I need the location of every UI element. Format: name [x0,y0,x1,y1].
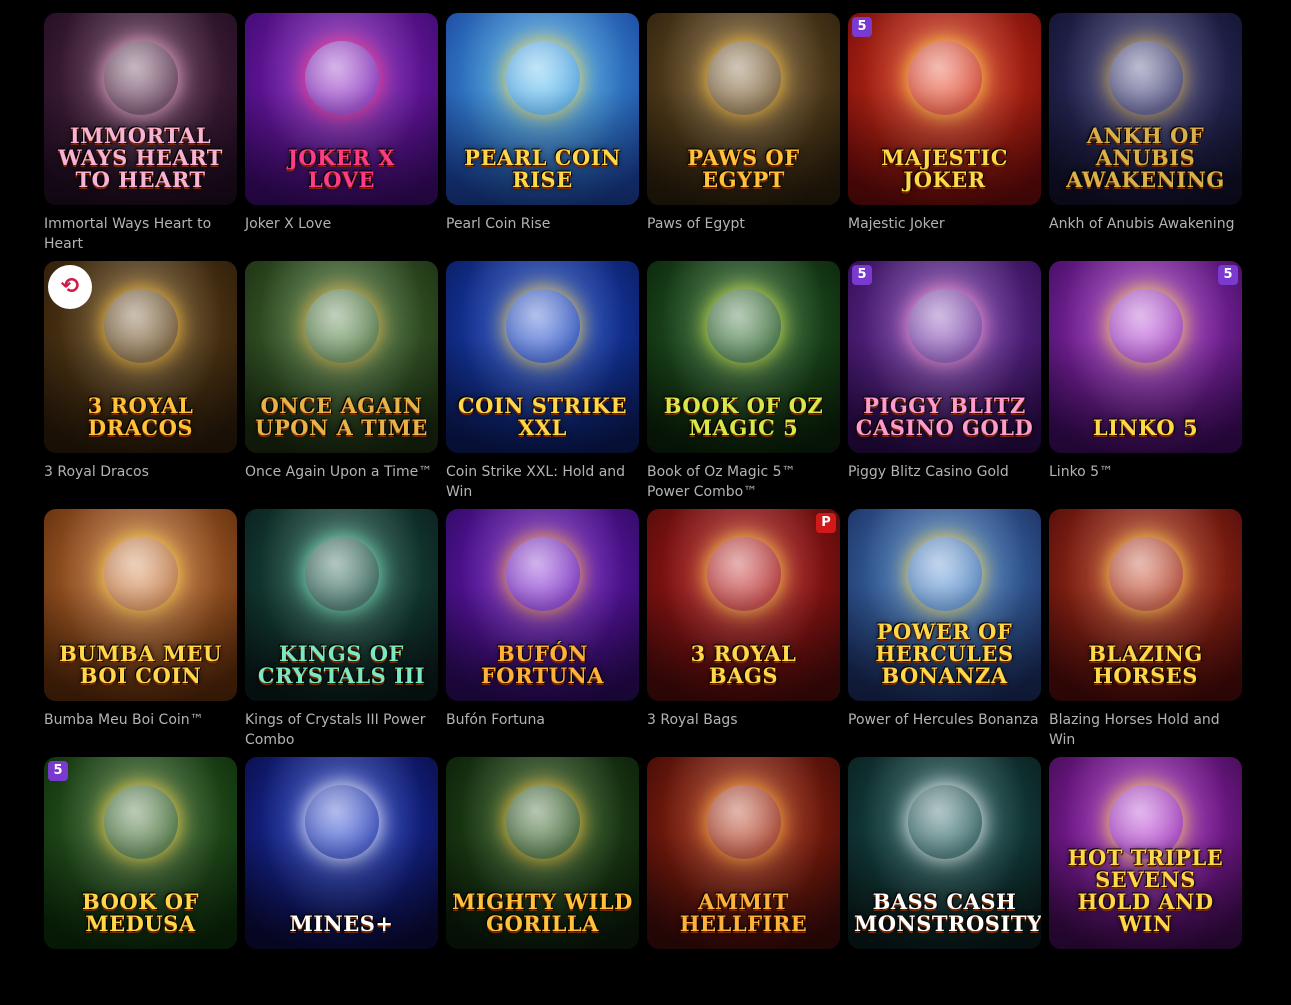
game-thumbnail[interactable]: Majestic Joker 5 [848,13,1041,205]
game-tile[interactable]: Linko 5 5 Linko 5™ [1049,261,1242,509]
game-logo: Linko 5 [1092,415,1199,440]
game-tile[interactable]: Piggy Blitz Casino Gold 5 Piggy Blitz Casi… [848,261,1041,509]
game-logo: Power of Hercules Bonanza [875,619,1014,688]
game-thumbnail[interactable]: Kings of Crystals III [245,509,438,701]
game-thumbnail[interactable]: Linko 5 5 [1049,261,1242,453]
game-thumbnail[interactable]: Joker X Love [245,13,438,205]
game-tile[interactable]: Pearl Coin Rise Pearl Coin Rise [446,13,639,261]
game-title[interactable]: 3 Royal Dracos [44,462,237,482]
game-title[interactable]: Immortal Ways Heart to Heart [44,214,237,254]
game-thumbnail[interactable]: Mines+ [245,757,438,949]
game-tile[interactable]: Joker X Love Joker X Love [245,13,438,261]
game-thumbnail[interactable]: Power of Hercules Bonanza [848,509,1041,701]
game-thumbnail[interactable]: Bufón Fortuna [446,509,639,701]
game-thumbnail[interactable]: Ankh of Anubis Awakening [1049,13,1242,205]
game-logo: Mines+ [289,911,394,936]
game-thumbnail[interactable]: Book of Oz Magic 5 [647,261,840,453]
game-logo: 3 Royal Bags [690,641,797,688]
game-tile[interactable]: Blazing Horses Blazing Horses Hold and Wi… [1049,509,1242,757]
game-thumbnail[interactable]: Once Again Upon a Time [245,261,438,453]
game-logo: 3 Royal Dracos [87,393,194,440]
game-thumbnail[interactable]: Hot Triple Sevens Hold and Win [1049,757,1242,949]
game-tile[interactable]: Coin Strike XXL Coin Strike XXL: Hold and… [446,261,639,509]
game-thumbnail[interactable]: Bumba Meu Boi Coin [44,509,237,701]
game-logo: Ammit Hellfire [679,889,808,936]
game-thumbnail[interactable]: Paws of Egypt [647,13,840,205]
game-tile[interactable]: Bass Cash Monstrosity [848,757,1041,1005]
game-thumbnail[interactable]: 3 Royal Bags P [647,509,840,701]
game-thumbnail[interactable]: Ammit Hellfire [647,757,840,949]
game-title[interactable]: Paws of Egypt [647,214,840,234]
game-title[interactable]: Blazing Horses Hold and Win [1049,710,1242,750]
game-logo: Majestic Joker [881,145,1008,192]
game-thumbnail[interactable]: Book of Medusa 5 [44,757,237,949]
game-logo: Bass Cash Monstrosity [854,889,1041,936]
game-logo: Piggy Blitz Casino Gold [855,393,1034,440]
provider-badge: 5 [1218,265,1238,285]
game-title[interactable]: Bufón Fortuna [446,710,639,730]
game-logo: Blazing Horses [1088,641,1203,688]
game-tile[interactable]: Book of Oz Magic 5 Book of Oz Magic 5™ Po… [647,261,840,509]
game-tile[interactable]: Majestic Joker 5 Majestic Joker [848,13,1041,261]
game-tile[interactable]: Hot Triple Sevens Hold and Win [1049,757,1242,1005]
game-logo: Immortal Ways Heart to Heart [58,123,223,192]
game-tile[interactable]: Mines+ [245,757,438,1005]
game-tile[interactable]: Kings of Crystals III Kings of Crystals I… [245,509,438,757]
game-tile[interactable]: Paws of Egypt Paws of Egypt [647,13,840,261]
provider-badge: 5 [48,761,68,781]
game-thumbnail[interactable]: 3 Royal Dracos ⟲ [44,261,237,453]
game-title[interactable]: Kings of Crystals III Power Combo [245,710,438,750]
game-logo: Mighty Wild Gorilla [452,889,633,936]
game-title[interactable]: Ankh of Anubis Awakening [1049,214,1242,234]
game-logo: Ankh of Anubis Awakening [1066,123,1225,192]
game-title[interactable]: Book of Oz Magic 5™ Power Combo™ [647,462,840,502]
game-thumbnail[interactable]: Coin Strike XXL [446,261,639,453]
game-tile[interactable]: Ammit Hellfire [647,757,840,1005]
provider-logo-icon: ⟲ [48,265,92,309]
game-title[interactable]: Power of Hercules Bonanza [848,710,1041,730]
game-thumbnail[interactable]: Mighty Wild Gorilla [446,757,639,949]
game-thumbnail[interactable]: Pearl Coin Rise [446,13,639,205]
game-tile[interactable]: 3 Royal Bags P 3 Royal Bags [647,509,840,757]
provider-badge: 5 [852,17,872,37]
game-thumbnail[interactable]: Immortal Ways Heart to Heart [44,13,237,205]
game-tile[interactable]: Bufón Fortuna Bufón Fortuna [446,509,639,757]
game-tile[interactable]: 3 Royal Dracos ⟲ 3 Royal Dracos [44,261,237,509]
game-logo: Book of Oz Magic 5 [663,393,824,440]
game-thumbnail[interactable]: Blazing Horses [1049,509,1242,701]
game-title[interactable]: 3 Royal Bags [647,710,840,730]
game-logo: Pearl Coin Rise [464,145,621,192]
game-logo: Book of Medusa [82,889,199,936]
game-logo: Once Again Upon a Time [255,393,428,440]
game-title[interactable]: Joker X Love [245,214,438,234]
game-tile[interactable]: Once Again Upon a Time Once Again Upon a … [245,261,438,509]
game-logo: Kings of Crystals III [257,641,426,688]
game-title[interactable]: Piggy Blitz Casino Gold [848,462,1041,482]
game-tile[interactable]: Book of Medusa 5 [44,757,237,1005]
game-tile[interactable]: Power of Hercules Bonanza Power of Hercul… [848,509,1041,757]
game-title[interactable]: Majestic Joker [848,214,1041,234]
game-thumbnail[interactable]: Bass Cash Monstrosity [848,757,1041,949]
provider-badge: P [816,513,836,533]
provider-badge: 5 [852,265,872,285]
game-thumbnail[interactable]: Piggy Blitz Casino Gold 5 [848,261,1041,453]
game-title[interactable]: Bumba Meu Boi Coin™ [44,710,237,730]
game-logo: Coin Strike XXL [457,393,628,440]
game-title[interactable]: Pearl Coin Rise [446,214,639,234]
game-title[interactable]: Once Again Upon a Time™ [245,462,438,482]
game-logo: Paws of Egypt [687,145,800,192]
game-logo: Bumba Meu Boi Coin [59,641,222,688]
game-logo: Hot Triple Sevens Hold and Win [1067,845,1224,936]
game-logo: Joker X Love [287,145,396,192]
game-title[interactable]: Coin Strike XXL: Hold and Win [446,462,639,502]
game-tile[interactable]: Ankh of Anubis Awakening Ankh of Anubis A… [1049,13,1242,261]
game-tile[interactable]: Immortal Ways Heart to Heart Immortal Way… [44,13,237,261]
game-title[interactable]: Linko 5™ [1049,462,1242,482]
game-tile[interactable]: Bumba Meu Boi Coin Bumba Meu Boi Coin™ [44,509,237,757]
game-logo: Bufón Fortuna [480,641,605,688]
game-tile[interactable]: Mighty Wild Gorilla [446,757,639,1005]
games-grid: Immortal Ways Heart to Heart Immortal Way… [44,13,1242,1005]
